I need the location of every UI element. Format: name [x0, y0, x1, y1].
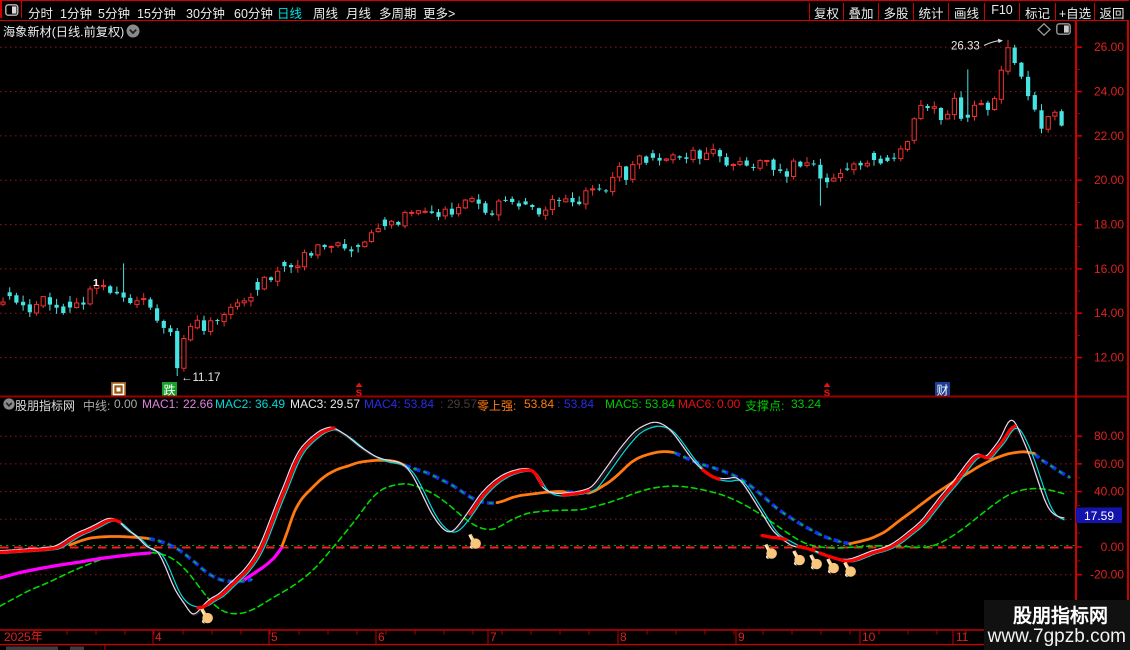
svg-text:12.00: 12.00 — [1094, 351, 1124, 365]
svg-text:7: 7 — [490, 630, 497, 644]
svg-text:26.00: 26.00 — [1094, 40, 1124, 54]
svg-text:22.00: 22.00 — [1094, 129, 1124, 143]
svg-text:0.00: 0.00 — [1101, 540, 1125, 554]
svg-text:5: 5 — [271, 630, 278, 644]
svg-text:24.00: 24.00 — [1094, 85, 1124, 99]
svg-text:www.7gpzb.com: www.7gpzb.com — [987, 626, 1126, 647]
svg-text:11: 11 — [956, 630, 969, 644]
svg-text:80.00: 80.00 — [1094, 429, 1124, 443]
svg-text:40.00: 40.00 — [1094, 485, 1124, 499]
svg-text:财: 财 — [936, 384, 948, 398]
svg-text:4: 4 — [155, 630, 162, 644]
svg-text:股朋指标网: 股朋指标网 — [1013, 605, 1108, 627]
svg-text:20.00: 20.00 — [1094, 173, 1124, 187]
svg-text:跌: 跌 — [163, 383, 175, 398]
svg-text:9: 9 — [738, 630, 745, 644]
svg-text:60.00: 60.00 — [1094, 457, 1124, 471]
svg-text:2025年: 2025年 — [4, 630, 43, 644]
svg-text:1: 1 — [93, 277, 99, 289]
svg-text:26.33: 26.33 — [951, 41, 980, 53]
svg-text:6: 6 — [378, 630, 385, 644]
svg-text:16.00: 16.00 — [1094, 262, 1124, 276]
svg-text:14.00: 14.00 — [1094, 306, 1124, 320]
svg-text:←11.17: ←11.17 — [181, 372, 220, 384]
svg-text:18.00: 18.00 — [1094, 218, 1124, 232]
svg-text:8: 8 — [620, 630, 627, 644]
svg-text:10: 10 — [862, 630, 876, 644]
svg-text:-20.00: -20.00 — [1090, 568, 1124, 582]
svg-text:17.59: 17.59 — [1084, 509, 1114, 523]
